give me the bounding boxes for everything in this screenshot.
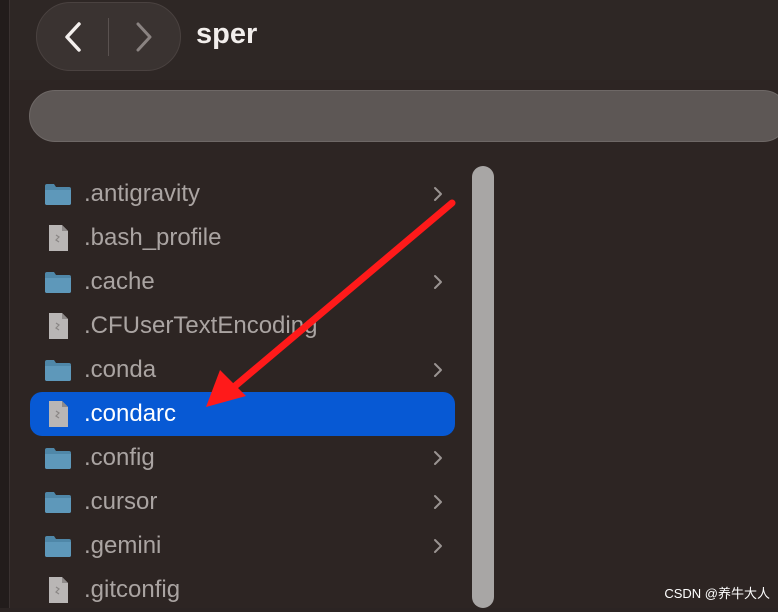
file-column: .antigravity .bash_profile .cache .CFUserTe… [10,150,465,608]
folder-icon [44,356,72,384]
path-bar[interactable] [29,90,778,142]
chevron-right-icon [431,492,445,512]
folder-icon [44,488,72,516]
file-name: .gitconfig [84,576,181,603]
file-row[interactable]: .CFUserTextEncoding [30,304,455,348]
scrollbar[interactable] [472,166,494,608]
chevron-right-icon [431,184,445,204]
forward-button[interactable] [109,2,180,71]
file-name: .conda [84,356,157,383]
chevron-right-icon [431,360,445,380]
watermark: CSDN @养牛大人 [664,586,770,601]
document-icon [44,400,72,428]
file-name: .gemini [84,532,162,559]
window-title: sper [196,18,258,50]
file-name: .CFUserTextEncoding [84,312,318,339]
document-icon [44,576,72,604]
file-name: .cursor [84,488,158,515]
file-row[interactable]: .config [30,436,455,480]
file-name: .bash_profile [84,224,222,251]
folder-icon [44,532,72,560]
file-row[interactable]: .bash_profile [30,216,455,260]
chevron-right-icon [431,448,445,468]
folder-icon [44,268,72,296]
file-row[interactable]: .conda [30,348,455,392]
file-name: .cache [84,268,155,295]
chevron-left-icon [64,21,81,52]
chevron-right-icon [136,22,152,51]
file-row[interactable]: .antigravity [30,172,455,216]
toolbar: sper [10,0,778,80]
file-row[interactable]: .gemini [30,524,455,568]
document-icon [44,224,72,252]
chevron-right-icon [431,272,445,292]
navigation-buttons [36,2,181,71]
finder-window: sper .antigravity .bash_profile .cache .CFU… [0,0,778,608]
folder-icon [44,444,72,472]
back-button[interactable] [37,2,108,71]
file-name: .config [84,444,155,471]
folder-icon [44,180,72,208]
file-name: .condarc [84,400,177,427]
file-name: .antigravity [84,180,201,207]
file-row[interactable]: .condarc [30,392,455,436]
chevron-right-icon [431,536,445,556]
sidebar-edge [0,0,10,608]
file-row[interactable]: .cursor [30,480,455,524]
file-row[interactable]: .gitconfig [30,568,455,612]
document-icon [44,312,72,340]
file-row[interactable]: .cache [30,260,455,304]
